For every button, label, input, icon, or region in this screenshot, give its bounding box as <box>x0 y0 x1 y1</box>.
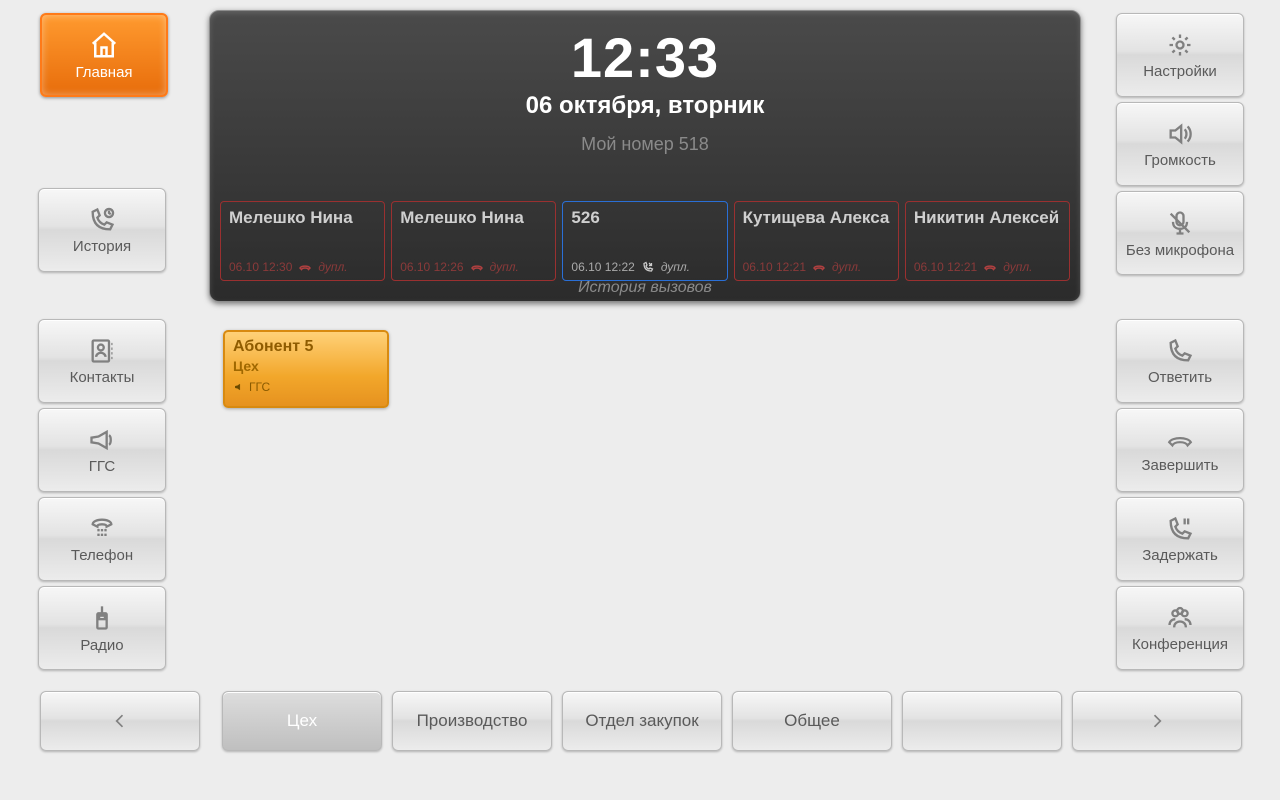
call-mode: дупл. <box>318 260 347 274</box>
volume-button[interactable]: Громкость <box>1116 102 1244 186</box>
contacts-button[interactable]: Контакты <box>38 319 166 403</box>
tab-purchasing[interactable]: Отдел закупок <box>562 691 722 751</box>
home-icon <box>87 30 121 60</box>
chevron-left-icon <box>110 709 130 733</box>
mute-mic-button[interactable]: Без микрофона <box>1116 191 1244 275</box>
call-card[interactable]: Мелешко Нина 06.10 12:30 дупл. <box>220 201 385 281</box>
home-button[interactable]: Главная <box>40 13 168 97</box>
call-history-icon <box>87 206 117 234</box>
phone-icon <box>87 515 117 543</box>
hold-button[interactable]: Задержать <box>1116 497 1244 581</box>
tab-label: Отдел закупок <box>585 711 698 731</box>
missed-call-icon <box>983 261 997 273</box>
phone-hangup-icon <box>1163 427 1197 453</box>
contacts-icon <box>87 337 117 365</box>
mute-mic-label: Без микрофона <box>1126 242 1234 259</box>
contact-group: Цех <box>233 358 379 374</box>
history-label: История <box>73 238 131 255</box>
tab-ceh[interactable]: Цех <box>222 691 382 751</box>
tab-label: Цех <box>287 711 317 731</box>
answer-button[interactable]: Ответить <box>1116 319 1244 403</box>
chevron-right-icon <box>1147 709 1167 733</box>
tab-empty[interactable] <box>902 691 1062 751</box>
phone-button[interactable]: Телефон <box>38 497 166 581</box>
settings-button[interactable]: Настройки <box>1116 13 1244 97</box>
contact-tag: ГГС <box>249 380 270 394</box>
phone-hold-icon <box>1165 515 1195 543</box>
call-time: 06.10 12:21 <box>914 260 977 274</box>
contact-name: Абонент 5 <box>233 338 379 356</box>
contacts-label: Контакты <box>70 369 135 386</box>
call-card[interactable]: Кутищева Алекса 06.10 12:21 дупл. <box>734 201 899 281</box>
hold-label: Задержать <box>1142 547 1218 564</box>
phone-label: Телефон <box>71 547 133 564</box>
conference-label: Конференция <box>1132 636 1228 653</box>
call-card[interactable]: Никитин Алексей 06.10 12:21 дупл. <box>905 201 1070 281</box>
date: 06 октября, вторник <box>210 92 1080 120</box>
ggs-label: ГГС <box>89 458 115 475</box>
call-name: Никитин Алексей <box>914 208 1061 228</box>
radio-button[interactable]: Радио <box>38 586 166 670</box>
megaphone-small-icon <box>233 382 245 392</box>
call-time: 06.10 12:22 <box>571 260 634 274</box>
call-name: Мелешко Нина <box>229 208 376 228</box>
speaker-icon <box>1165 120 1195 148</box>
call-mode: дупл. <box>661 260 690 274</box>
hangup-label: Завершить <box>1142 457 1219 474</box>
call-card[interactable]: 526 06.10 12:22 дупл. <box>562 201 727 281</box>
ggs-button[interactable]: ГГС <box>38 408 166 492</box>
call-time: 06.10 12:26 <box>400 260 463 274</box>
history-caption: История вызовов <box>210 279 1080 297</box>
missed-call-icon <box>812 261 826 273</box>
gear-icon <box>1165 31 1195 59</box>
megaphone-icon <box>87 426 117 454</box>
conference-button[interactable]: Конференция <box>1116 586 1244 670</box>
conference-icon <box>1164 604 1196 632</box>
missed-call-icon <box>298 261 312 273</box>
hangup-button[interactable]: Завершить <box>1116 408 1244 492</box>
history-button[interactable]: История <box>38 188 166 272</box>
call-time: 06.10 12:30 <box>229 260 292 274</box>
answer-label: Ответить <box>1148 369 1212 386</box>
volume-label: Громкость <box>1144 152 1216 169</box>
mic-off-icon <box>1166 208 1194 238</box>
call-mode: дупл. <box>490 260 519 274</box>
tab-label: Производство <box>417 711 528 731</box>
header-panel: 12:33 06 октября, вторник Мой номер 518 … <box>209 10 1081 302</box>
prev-page-button[interactable] <box>40 691 200 751</box>
missed-call-icon <box>470 261 484 273</box>
call-mode: дупл. <box>832 260 861 274</box>
call-history-row: Мелешко Нина 06.10 12:30 дупл. Мелешко Н… <box>220 201 1070 281</box>
call-card[interactable]: Мелешко Нина 06.10 12:26 дупл. <box>391 201 556 281</box>
next-page-button[interactable] <box>1072 691 1242 751</box>
settings-label: Настройки <box>1143 63 1217 80</box>
tab-label: Общее <box>784 711 840 731</box>
call-mode: дупл. <box>1003 260 1032 274</box>
tab-general[interactable]: Общее <box>732 691 892 751</box>
incoming-call-icon <box>641 261 655 273</box>
call-name: Мелешко Нина <box>400 208 547 228</box>
my-number: Мой номер 518 <box>210 134 1080 155</box>
call-time: 06.10 12:21 <box>743 260 806 274</box>
radio-icon <box>88 603 116 633</box>
phone-answer-icon <box>1165 337 1195 365</box>
contact-tile[interactable]: Абонент 5 Цех ГГС <box>223 330 389 408</box>
call-name: Кутищева Алекса <box>743 208 890 228</box>
clock: 12:33 <box>210 25 1080 90</box>
radio-label: Радио <box>80 637 123 654</box>
call-name: 526 <box>571 208 718 228</box>
tab-production[interactable]: Производство <box>392 691 552 751</box>
home-label: Главная <box>75 64 132 81</box>
